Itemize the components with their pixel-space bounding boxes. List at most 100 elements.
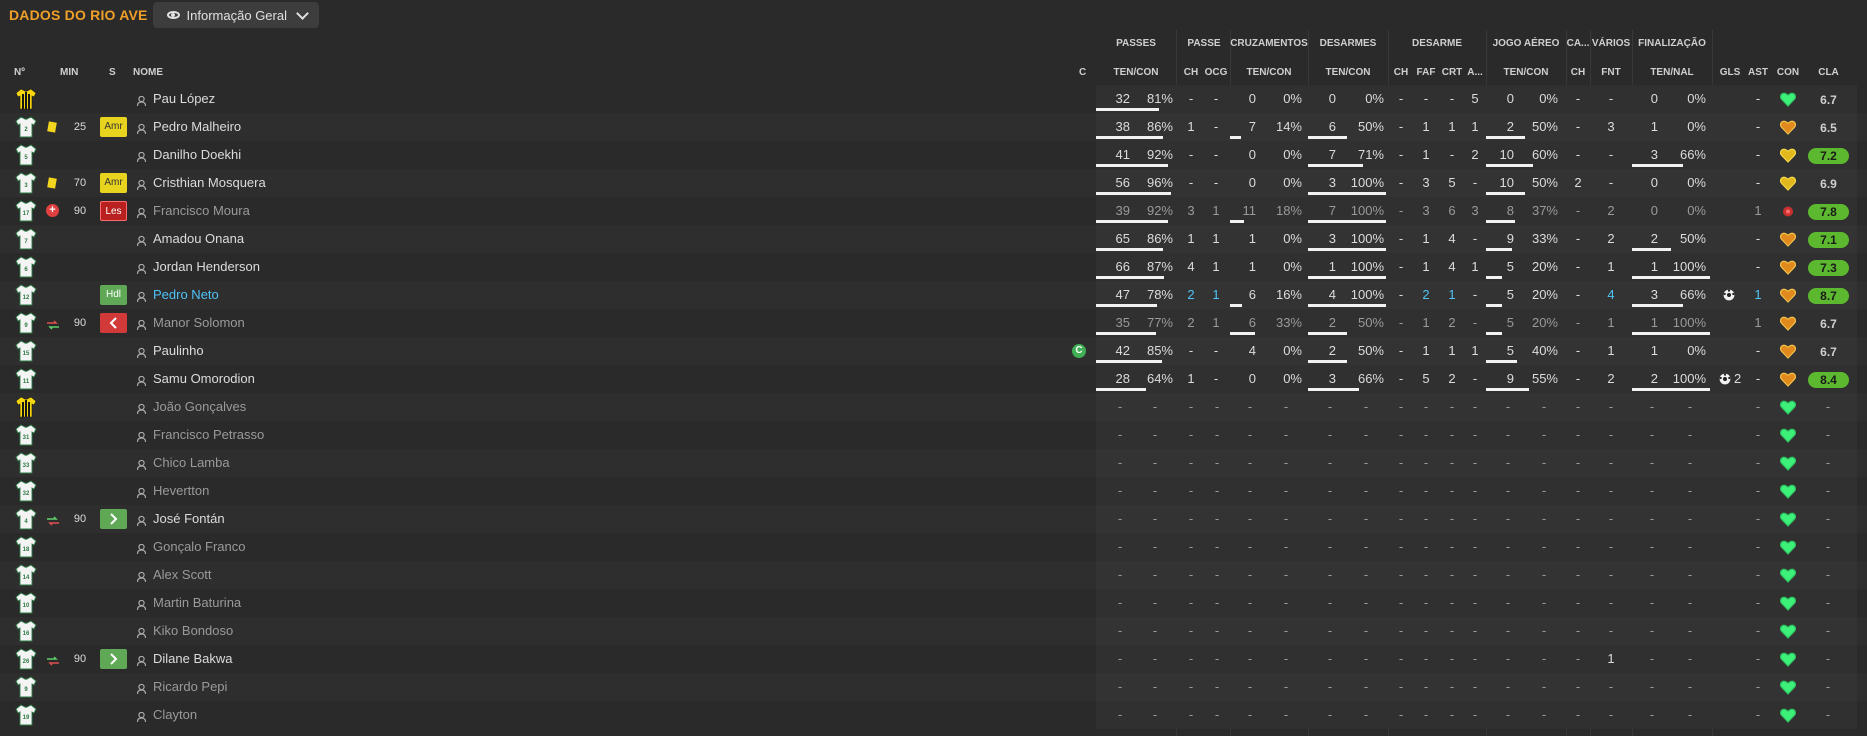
table-row[interactable]: 15 Paulinho C 42 85% - -4 0% 2 50% -1 1 1 5 40% -1 1 0% -6… [0,337,1867,365]
player-name[interactable]: Hevertton [153,477,209,505]
table-row[interactable]: 17 +90 Les Francisco Moura 39 92% 3 1 11 18% 7 100%… [0,197,1867,225]
group-header-fin[interactable]: FINALIZAÇÃO [1632,38,1712,49]
group-header-ca[interactable]: CA... [1566,38,1590,49]
table-row[interactable]: 7 Amadou Onana 65 86% 1 1 1 0% 3 100% -1 4-9 33% -2 2 5… [0,225,1867,253]
player-name[interactable]: Francisco Moura [153,197,250,225]
stat-empty: - [1825,455,1831,470]
player-name[interactable]: Chico Lamba [153,449,230,477]
table-row[interactable]: 26 90 Dilane Bakwa - - - - - - - - - - - - - - - 1 - - - - [0,645,1867,673]
col-header-c[interactable]: C [1079,67,1086,78]
table-row[interactable]: 9 90 Manor Solomon 35 77% 2 1 6 33% 2 50% -1 2-5 20% -… [0,309,1867,337]
sub-header-varios_fnt[interactable]: FNT [1590,67,1632,78]
table-row[interactable]: 4 90 José Fontán - - - - - - - - - - - - - - - - - - - - [0,505,1867,533]
view-selector-button[interactable]: Informação Geral [152,2,319,28]
sub-header-passes[interactable]: TEN/CON [1096,67,1176,78]
table-row[interactable]: 14 Alex Scott - - - - - - - - - - - - - - - - - - - - [0,561,1867,589]
desarme-a: 3 [1471,203,1479,218]
player-name[interactable]: Pedro Neto [153,281,219,309]
table-row[interactable]: 9 Ricardo Pepi - - - - - - - - - - - - - - - - - - - - [0,673,1867,701]
table-row[interactable]: 11 Samu Omorodion 28 64% 1-0 0% 3 66% -5 2-9 55% -2… [0,365,1867,393]
goalkeeper-shirt-icon [15,396,37,418]
status-badge[interactable]: Amr [100,173,127,193]
player-name[interactable]: Pau López [153,85,215,113]
col-header-min[interactable]: MIN [60,67,78,78]
table-row[interactable]: 32 Hevertton - - - - - - - - - - - - - - - - - - - - [0,477,1867,505]
group-header-passe[interactable]: PASSE [1176,38,1232,49]
sub-header-des[interactable]: TEN/CON [1308,67,1388,78]
condition-heart-icon [1779,484,1797,499]
sub-header-ca_ch[interactable]: CH [1566,67,1590,78]
status-badge[interactable]: Hdl [100,285,127,305]
player-name[interactable]: Danilho Doekhi [153,141,241,169]
player-name[interactable]: Kiko Bondoso [153,617,233,645]
table-row[interactable]: João Gonçalves - - - - - - - - - - - - - - - - - - - - [0,393,1867,421]
player-name[interactable]: Francisco Petrasso [153,421,264,449]
player-name[interactable]: Martin Baturina [153,589,241,617]
sub-header-cruz[interactable]: TEN/CON [1230,67,1308,78]
player-name[interactable]: Cristhian Mosquera [153,169,266,197]
sub-header-passe_ocg[interactable]: OCG [1202,67,1230,78]
group-header-des[interactable]: DESARMES [1308,38,1388,49]
table-row[interactable]: 12 Hdl Pedro Neto 47 78% 2 1 6 16% 4 100% -2 1-5 20% -… [0,281,1867,309]
stat-empty: - [1398,511,1404,526]
group-header-desarme[interactable]: DESARME [1388,38,1486,49]
stat-empty: - [1152,483,1158,498]
sub-header-aereo[interactable]: TEN/CON [1486,67,1566,78]
sub-header-passe_ch[interactable]: CH [1180,67,1202,78]
yellow-card-icon [47,121,57,133]
player-name[interactable]: Dilane Bakwa [153,645,233,673]
table-row[interactable]: 19 Clayton - - - - - - - - - - - - - - - - - - - - [0,701,1867,729]
sub-header-ast[interactable]: AST [1744,67,1772,78]
group-header-varios[interactable]: VÁRIOS [1590,38,1632,49]
stat-empty: - [1398,595,1404,610]
stat-empty: - [1363,483,1369,498]
sub-header-fin[interactable]: TEN/NAL [1632,67,1712,78]
player-name[interactable]: Clayton [153,701,197,729]
sub-in-arrow-badge[interactable] [100,649,127,669]
sub-header-con[interactable]: CON [1774,67,1802,78]
group-header-aereo[interactable]: JOGO AÉREO [1486,38,1566,49]
table-row[interactable]: 33 Chico Lamba - - - - - - - - - - - - - - - - - - - - [0,449,1867,477]
player-name[interactable]: Ricardo Pepi [153,673,227,701]
status-badge[interactable]: Les [100,201,127,221]
stat-empty: - [1575,623,1581,638]
stat-empty: - [1152,455,1158,470]
stat-empty: - [1608,623,1614,638]
player-name[interactable]: Jordan Henderson [153,253,260,281]
player-name[interactable]: Manor Solomon [153,309,245,337]
stat-empty: - [1117,539,1123,554]
player-name[interactable]: João Gonçalves [153,393,246,421]
sub-out-arrow-badge[interactable] [100,313,127,333]
col-header-name[interactable]: NOME [133,67,163,78]
player-name[interactable]: José Fontán [153,505,225,533]
table-row[interactable]: 2 25 Amr Pedro Malheiro 38 86% 1-7 14% 6 50% -1 1 1 2… [0,113,1867,141]
player-name[interactable]: Samu Omorodion [153,365,255,393]
table-row[interactable]: 16 Kiko Bondoso - - - - - - - - - - - - - - - - - - - - [0,617,1867,645]
table-row[interactable]: 5 Danilho Doekhi 41 92% - -0 0% 7 71% -1-2 10 60% - -… [0,141,1867,169]
shots-bar [1632,276,1710,279]
sub-header-cla[interactable]: CLA [1808,67,1849,78]
player-name[interactable]: Gonçalo Franco [153,533,246,561]
table-row[interactable]: 18 Gonçalo Franco - - - - - - - - - - - - - - - - - - - - [0,533,1867,561]
sub-header-desarme_faf[interactable]: FAF [1412,67,1440,78]
sub-header-gls[interactable]: GLS [1716,67,1744,78]
sub-header-desarme_ch[interactable]: CH [1390,67,1412,78]
sub-header-desarme_a[interactable]: A... [1464,67,1486,78]
table-row[interactable]: 3 70 Amr Cristhian Mosquera 56 96% - -0 0% 3 100% -… [0,169,1867,197]
table-row[interactable]: Pau López 32 81% - -0 0% 0 0% - - -5 0 0% - -0 0% -6.7 [0,85,1867,113]
col-header-s[interactable]: S [109,67,116,78]
table-row[interactable]: 6 Jordan Henderson 66 87% 4 1 1 0% 1 100% -1 4 1 5 20%… [0,253,1867,281]
group-header-passes[interactable]: PASSES [1096,38,1176,49]
player-name[interactable]: Amadou Onana [153,225,244,253]
player-name[interactable]: Alex Scott [153,561,212,589]
table-row[interactable]: 31 Francisco Petrasso - - - - - - - - - - - - - - - - - - - - [0,421,1867,449]
table-row[interactable]: 10 Martin Baturina - - - - - - - - - - - - - - - - - - - - [0,589,1867,617]
group-header-cruz[interactable]: CRUZAMENTOS [1230,38,1308,49]
sub-header-desarme_crt[interactable]: CRT [1440,67,1464,78]
status-badge[interactable]: Amr [100,117,127,137]
player-name[interactable]: Paulinho [153,337,204,365]
player-name[interactable]: Pedro Malheiro [153,113,241,141]
col-header-no[interactable]: Nº [14,67,25,78]
desarme-faf: 2 [1422,287,1430,302]
sub-in-arrow-badge[interactable] [100,509,127,529]
